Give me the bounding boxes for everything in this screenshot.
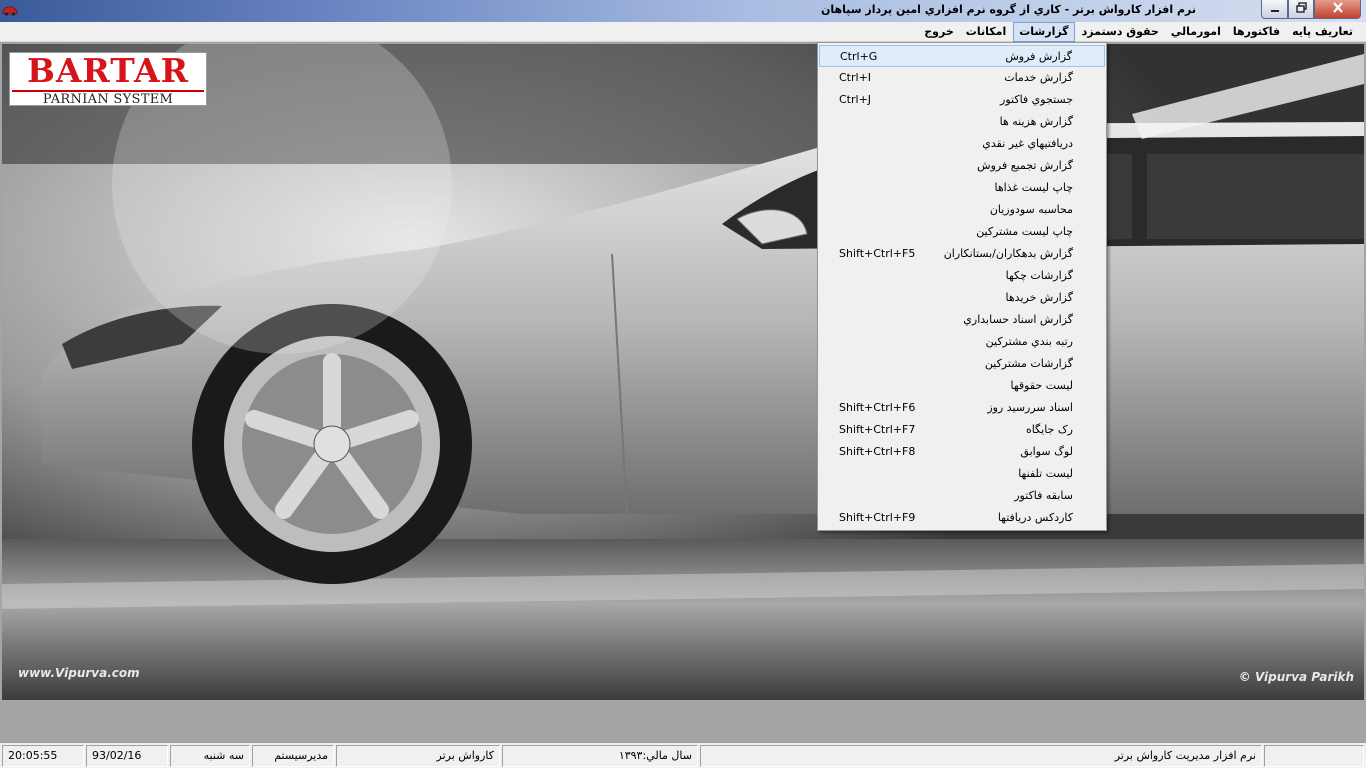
menu-item-shortcut: Shift+Ctrl+F7 [839, 423, 916, 436]
menu-item-history-log[interactable]: لوگ سوابق Shift+Ctrl+F8 [819, 441, 1105, 463]
menu-item-label: گزارش اسناد حسابداري [963, 313, 1073, 326]
menu-base-definitions[interactable]: تعاريف پايه [1287, 22, 1358, 42]
menu-bar: تعاريف پايه فاكتورها امورمالي حقوق دستمز… [0, 22, 1366, 42]
menu-item-expenses-report[interactable]: گزارش هزينه ها [819, 111, 1105, 133]
menu-item-aggregate-sales[interactable]: گزارش تجميع فروش [819, 155, 1105, 177]
title-bar: نرم افزار كارواش برتر - كاري از گروه نرم… [0, 0, 1366, 22]
menu-item-label: چاپ ليست مشتركين [976, 225, 1073, 238]
car-icon[interactable] [2, 3, 18, 17]
menu-item-non-cash-receipts[interactable]: دريافتيهاي غير نقدي [819, 133, 1105, 155]
watermark-right: © Vipurva Parikh [1238, 670, 1354, 684]
menu-item-sales-report[interactable]: گزارش فروش Ctrl+G [819, 45, 1105, 67]
menu-item-accounting-docs[interactable]: گزارش اسناد حسابداري [819, 309, 1105, 331]
logo-brand: BARTAR [26, 51, 190, 90]
menu-item-services-report[interactable]: گزارش خدمات Ctrl+I [819, 67, 1105, 89]
menu-item-subscriber-ranking[interactable]: رتبه بندي مشتركين [819, 331, 1105, 353]
status-date: 93/02/16 [86, 745, 168, 767]
menu-tools[interactable]: امكانات [961, 22, 1011, 42]
menu-item-shortcut: Shift+Ctrl+F6 [839, 401, 916, 414]
menu-item-shortcut: Shift+Ctrl+F5 [839, 247, 916, 260]
menu-item-label: گزارشات چكها [1005, 269, 1073, 282]
menu-item-label: كاردكس دريافتها [997, 511, 1073, 524]
menu-item-label: گزارشات مشتركين [984, 357, 1073, 370]
menu-invoices[interactable]: فاكتورها [1228, 22, 1285, 42]
menu-item-due-documents[interactable]: اسناد سررسيد روز Shift+Ctrl+F6 [819, 397, 1105, 419]
status-bar: 20:05:55 93/02/16 سه شنبه مديرسيستم كارو… [0, 742, 1366, 768]
menu-item-purchases-report[interactable]: گزارش خريدها [819, 287, 1105, 309]
minimize-button[interactable] [1261, 0, 1288, 19]
status-app-name: نرم افزار مديريت كارواش برتر [700, 745, 1262, 767]
menu-item-receipts-cardex[interactable]: كاردكس دريافتها Shift+Ctrl+F9 [819, 507, 1105, 529]
menu-item-label: رک جايگاه [1025, 423, 1073, 436]
menu-item-subscriber-reports[interactable]: گزارشات مشتركين [819, 353, 1105, 375]
menu-item-salary-list[interactable]: ليست حقوقها [819, 375, 1105, 397]
menu-item-label: چاپ ليست غذاها [994, 181, 1073, 194]
menu-item-phone-list[interactable]: ليست تلفنها [819, 463, 1105, 485]
menu-item-label: گزارش خريدها [1005, 291, 1073, 304]
menu-item-label: ليست تلفنها [1018, 467, 1073, 480]
window-title: نرم افزار كارواش برتر - كاري از گروه نرم… [821, 3, 1196, 16]
menu-item-shortcut: Shift+Ctrl+F8 [839, 445, 916, 458]
status-company: كارواش برتر [336, 745, 500, 767]
menu-item-label: گزارش هزينه ها [999, 115, 1073, 128]
menu-item-label: سابقه فاكتور [1014, 489, 1073, 502]
menu-item-label: جستجوي فاكتور [1000, 93, 1073, 106]
menu-item-checks-reports[interactable]: گزارشات چكها [819, 265, 1105, 287]
menu-item-profit-loss[interactable]: محاسبه سودوزيان [819, 199, 1105, 221]
menu-item-label: دريافتيهاي غير نقدي [982, 137, 1073, 150]
menu-item-label: محاسبه سودوزيان [989, 203, 1073, 216]
menu-item-label: رتبه بندي مشتركين [985, 335, 1073, 348]
status-empty-panel [1264, 745, 1364, 767]
restore-button[interactable] [1288, 0, 1314, 19]
menu-item-label: اسناد سررسيد روز [987, 401, 1073, 414]
menu-item-label: لوگ سوابق [1020, 445, 1073, 458]
menu-item-label: گزارش تجميع فروش [977, 159, 1073, 172]
logo-subtitle: PARNIAN SYSTEM [42, 92, 174, 107]
mdi-workspace: BARTAR PARNIAN SYSTEM www.Vipurva.com © … [0, 42, 1366, 742]
menu-payroll[interactable]: حقوق دستمزد [1077, 22, 1164, 42]
close-icon [1332, 2, 1344, 16]
menu-item-invoice-history[interactable]: سابقه فاكتور [819, 485, 1105, 507]
menu-item-shortcut: Ctrl+G [840, 50, 878, 63]
menu-reports[interactable]: گزارشات [1013, 22, 1075, 42]
background-car-wash-image [2, 44, 1364, 700]
status-weekday: سه شنبه [170, 745, 250, 767]
menu-item-shortcut: Ctrl+J [839, 93, 872, 106]
watermark-left: www.Vipurva.com [18, 666, 140, 680]
menu-item-label: گزارش خدمات [1004, 71, 1073, 84]
menu-item-shortcut: Ctrl+I [839, 71, 872, 84]
close-button[interactable] [1314, 0, 1361, 19]
menu-item-print-subscribers[interactable]: چاپ ليست مشتركين [819, 221, 1105, 243]
menu-financial[interactable]: امورمالي [1166, 22, 1226, 42]
menu-item-station-rack[interactable]: رک جايگاه Shift+Ctrl+F7 [819, 419, 1105, 441]
status-fiscal-year: سال مالي:۱۳۹۳ [502, 745, 698, 767]
restore-icon [1295, 2, 1307, 16]
menu-item-shortcut: Shift+Ctrl+F9 [839, 511, 916, 524]
menu-item-label: ليست حقوقها [1010, 379, 1073, 392]
menu-exit[interactable]: خروج [919, 22, 959, 42]
menu-item-print-food-list[interactable]: چاپ ليست غذاها [819, 177, 1105, 199]
menu-item-invoice-search[interactable]: جستجوي فاكتور Ctrl+J [819, 89, 1105, 111]
bartar-logo: BARTAR PARNIAN SYSTEM [9, 51, 207, 107]
menu-items: تعاريف پايه فاكتورها امورمالي حقوق دستمز… [917, 22, 1358, 42]
menu-item-label: گزارش بدهكاران/بستانكاران [943, 247, 1073, 260]
minimize-icon [1270, 3, 1280, 16]
reports-dropdown-menu: گزارش فروش Ctrl+G گزارش خدمات Ctrl+I جستجو… [817, 42, 1107, 531]
menu-item-debtors-creditors[interactable]: گزارش بدهكاران/بستانكاران Shift+Ctrl+F5 [819, 243, 1105, 265]
status-time: 20:05:55 [2, 745, 84, 767]
menu-item-label: گزارش فروش [1005, 50, 1072, 63]
status-user: مديرسيستم [252, 745, 334, 767]
